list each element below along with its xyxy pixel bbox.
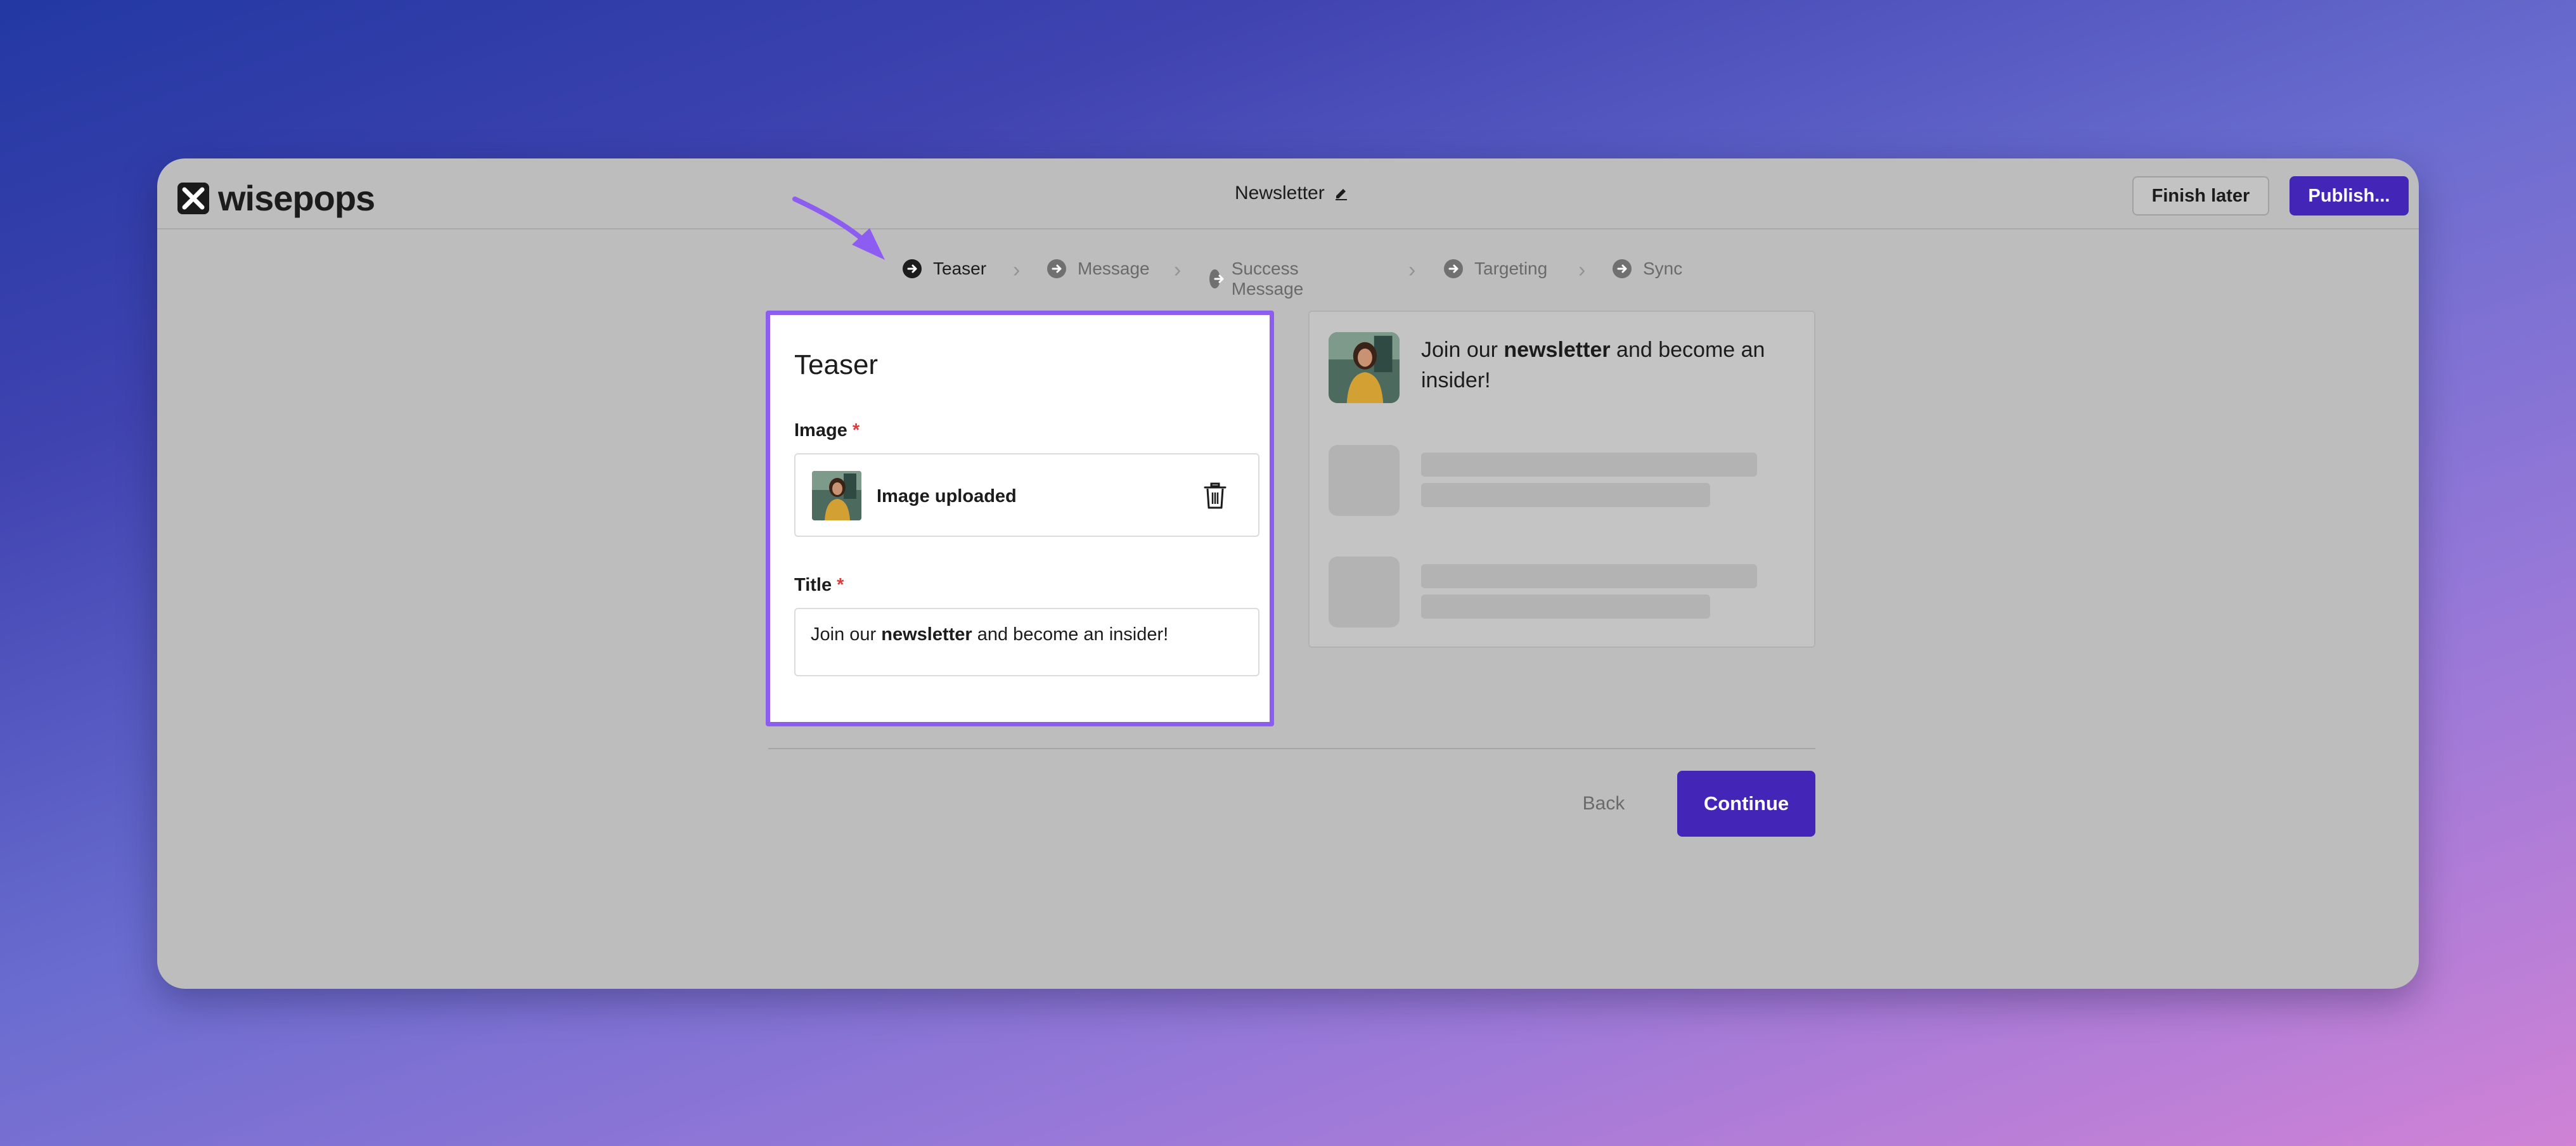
upload-status-text: Image uploaded	[877, 486, 1017, 506]
step-sync[interactable]: Sync	[1613, 259, 1682, 279]
logo-text: wisepops	[218, 178, 375, 218]
chevron-right-icon: ›	[1578, 258, 1586, 282]
skeleton-line	[1421, 564, 1757, 588]
popup-title[interactable]: Newsletter	[1235, 183, 1349, 204]
chevron-right-icon: ›	[1174, 258, 1182, 282]
footer-divider	[768, 748, 1815, 749]
chevron-right-icon: ›	[1013, 258, 1021, 282]
step-label: Sync	[1643, 259, 1683, 278]
teaser-form-card: Teaser Image * Image uploaded Title * Jo…	[766, 311, 1274, 726]
finish-later-button[interactable]: Finish later	[2132, 176, 2269, 216]
step-arrow-icon	[903, 259, 922, 278]
continue-button[interactable]: Continue	[1677, 771, 1815, 837]
preview-text-bold: newsletter	[1504, 338, 1611, 362]
step-label: Targeting	[1474, 259, 1548, 278]
step-message[interactable]: Message	[1047, 259, 1150, 279]
skeleton-image	[1329, 445, 1400, 516]
preview-text-before: Join our	[1421, 338, 1504, 362]
chevron-right-icon: ›	[1408, 258, 1416, 282]
skeleton-image	[1329, 557, 1400, 628]
step-arrow-icon	[1047, 259, 1066, 278]
popup-title-text: Newsletter	[1235, 183, 1325, 203]
uploaded-image-thumbnail	[812, 471, 861, 520]
step-label: Success Message	[1231, 259, 1304, 299]
step-success-message[interactable]: Success Message	[1209, 259, 1312, 299]
image-label-text: Image	[794, 420, 847, 441]
step-arrow-icon	[1444, 259, 1463, 278]
top-bar: wisepops Newsletter Finish later Publish…	[157, 158, 2419, 229]
title-input[interactable]: Join our newsletter and become an inside…	[794, 608, 1259, 676]
skeleton-line	[1421, 453, 1757, 477]
skeleton-line	[1421, 483, 1710, 507]
step-teaser[interactable]: Teaser	[903, 259, 986, 279]
image-upload-field[interactable]: Image uploaded	[794, 453, 1259, 537]
preview-image	[1329, 332, 1400, 403]
pencil-icon[interactable]	[1334, 186, 1349, 201]
step-label: Message	[1078, 259, 1150, 278]
app-window: wisepops Newsletter Finish later Publish…	[157, 158, 2419, 989]
step-targeting[interactable]: Targeting	[1444, 259, 1547, 279]
title-text-after: and become an insider!	[972, 624, 1169, 645]
wisepops-logo-icon	[177, 182, 209, 214]
image-field-label: Image *	[794, 420, 860, 441]
skeleton-line	[1421, 595, 1710, 619]
title-text-bold: newsletter	[881, 624, 972, 645]
form-heading: Teaser	[794, 349, 879, 380]
teaser-preview: Join our newsletter and become an inside…	[1308, 311, 1815, 648]
publish-button[interactable]: Publish...	[2289, 176, 2409, 216]
required-mark: *	[837, 575, 844, 595]
preview-title: Join our newsletter and become an inside…	[1421, 335, 1789, 396]
trash-icon[interactable]	[1202, 482, 1228, 510]
title-field-label: Title *	[794, 575, 844, 596]
back-button[interactable]: Back	[1566, 771, 1642, 837]
title-label-text: Title	[794, 575, 832, 595]
title-text-before: Join our	[811, 624, 882, 645]
step-label: Teaser	[933, 259, 987, 278]
required-mark: *	[852, 420, 860, 441]
pointer-arrow-icon	[792, 196, 885, 260]
step-arrow-icon	[1209, 269, 1224, 288]
step-arrow-icon	[1613, 259, 1632, 278]
logo[interactable]: wisepops	[177, 177, 375, 219]
